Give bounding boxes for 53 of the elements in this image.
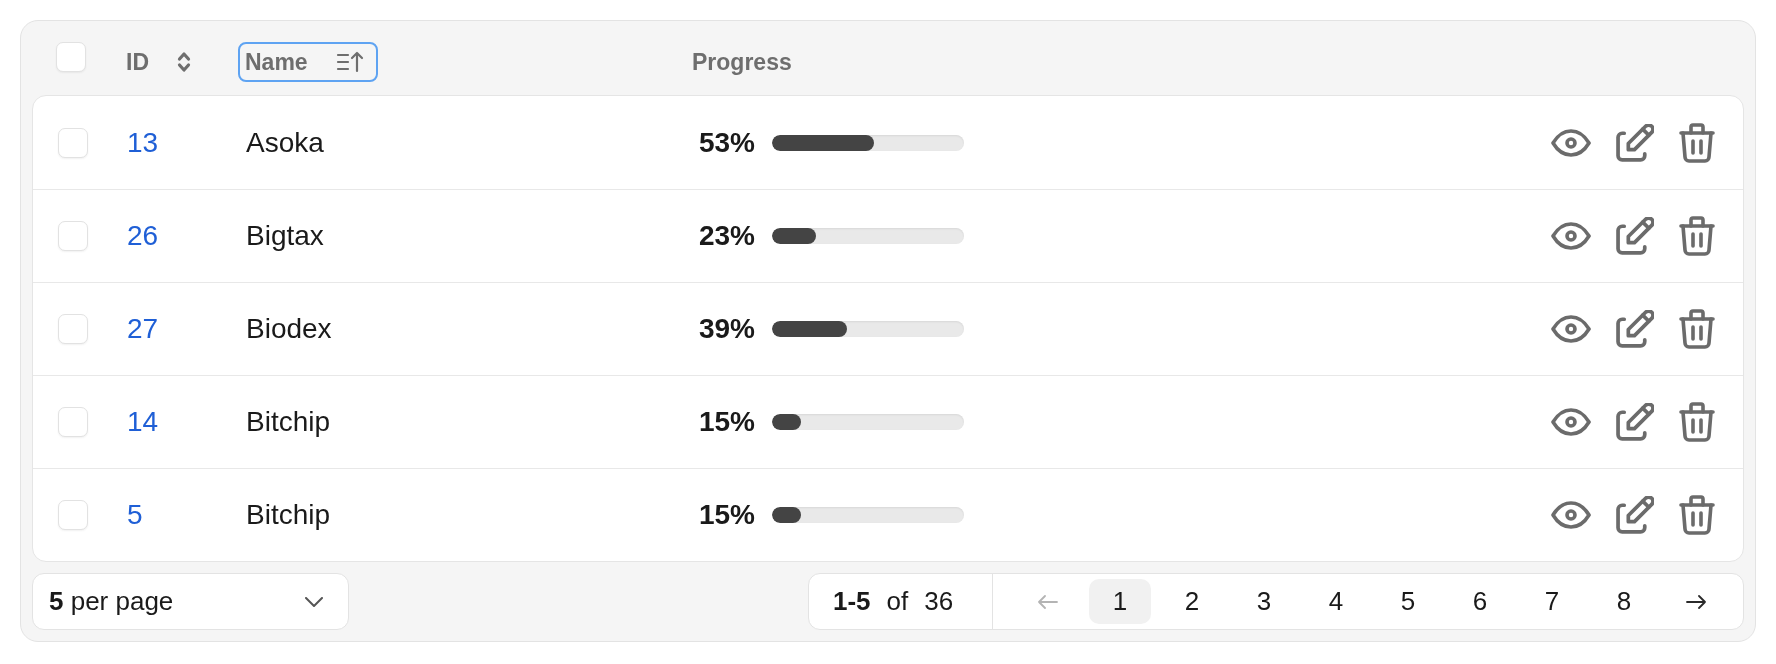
eye-icon[interactable]: [1551, 128, 1591, 157]
trash-icon[interactable]: [1679, 309, 1715, 349]
per-page-select[interactable]: 5 per page: [32, 573, 349, 630]
page-button[interactable]: 5: [1377, 579, 1439, 624]
page-button[interactable]: 8: [1593, 579, 1655, 624]
checkbox[interactable]: [58, 314, 88, 344]
pencil-square-icon[interactable]: [1616, 217, 1654, 255]
chevron-down-icon: [305, 596, 323, 607]
id-link[interactable]: 5: [127, 499, 143, 530]
eye-icon[interactable]: [1551, 315, 1591, 343]
page-button[interactable]: 7: [1521, 579, 1583, 624]
trash-icon[interactable]: [1679, 495, 1715, 535]
sort-header-button[interactable]: Name: [238, 42, 378, 82]
name-text: Bigtax: [246, 220, 324, 251]
name-text: Bitchip: [246, 406, 331, 437]
arrow-right-icon[interactable]: [1686, 593, 1706, 610]
page-button[interactable]: 1: [1089, 579, 1151, 624]
range-label: 1-5: [833, 585, 871, 618]
page-button[interactable]: 3: [1233, 579, 1295, 624]
of-label: of: [886, 585, 909, 618]
pencil-square-icon[interactable]: [1616, 403, 1654, 441]
trash-icon[interactable]: [1679, 402, 1715, 442]
name-text: Bitchip: [246, 499, 331, 530]
checkbox[interactable]: [56, 42, 86, 72]
progress-percent: 23%: [697, 219, 755, 253]
page-button[interactable]: 6: [1449, 579, 1511, 624]
eye-icon[interactable]: [1551, 222, 1591, 250]
checkbox[interactable]: [58, 221, 88, 251]
page-button[interactable]: 2: [1161, 579, 1223, 624]
trash-icon[interactable]: [1679, 216, 1715, 256]
checkbox[interactable]: [58, 407, 88, 437]
progress-percent: 15%: [697, 405, 755, 439]
id-link[interactable]: 13: [127, 126, 159, 158]
id-link[interactable]: 26: [127, 220, 159, 251]
name-text: Asoka: [246, 126, 324, 158]
progress-percent: 53%: [697, 125, 755, 160]
eye-icon[interactable]: [1551, 501, 1591, 529]
checkbox[interactable]: [58, 127, 88, 158]
progress-percent: 39%: [697, 312, 755, 346]
pencil-square-icon[interactable]: [1616, 310, 1654, 348]
column-header: Progress: [692, 47, 792, 77]
id-link[interactable]: 27: [127, 313, 159, 344]
eye-icon[interactable]: [1551, 408, 1591, 436]
name-text: Biodex: [246, 313, 332, 344]
sort-header-button[interactable]: ID: [119, 42, 205, 82]
total-count: 36: [924, 585, 954, 618]
pencil-square-icon[interactable]: [1616, 496, 1654, 534]
progress-percent: 15%: [697, 498, 755, 532]
trash-icon[interactable]: [1679, 122, 1715, 163]
page-button[interactable]: 4: [1305, 579, 1367, 624]
id-link[interactable]: 14: [127, 406, 159, 437]
pencil-square-icon[interactable]: [1616, 123, 1654, 162]
checkbox[interactable]: [58, 500, 88, 530]
